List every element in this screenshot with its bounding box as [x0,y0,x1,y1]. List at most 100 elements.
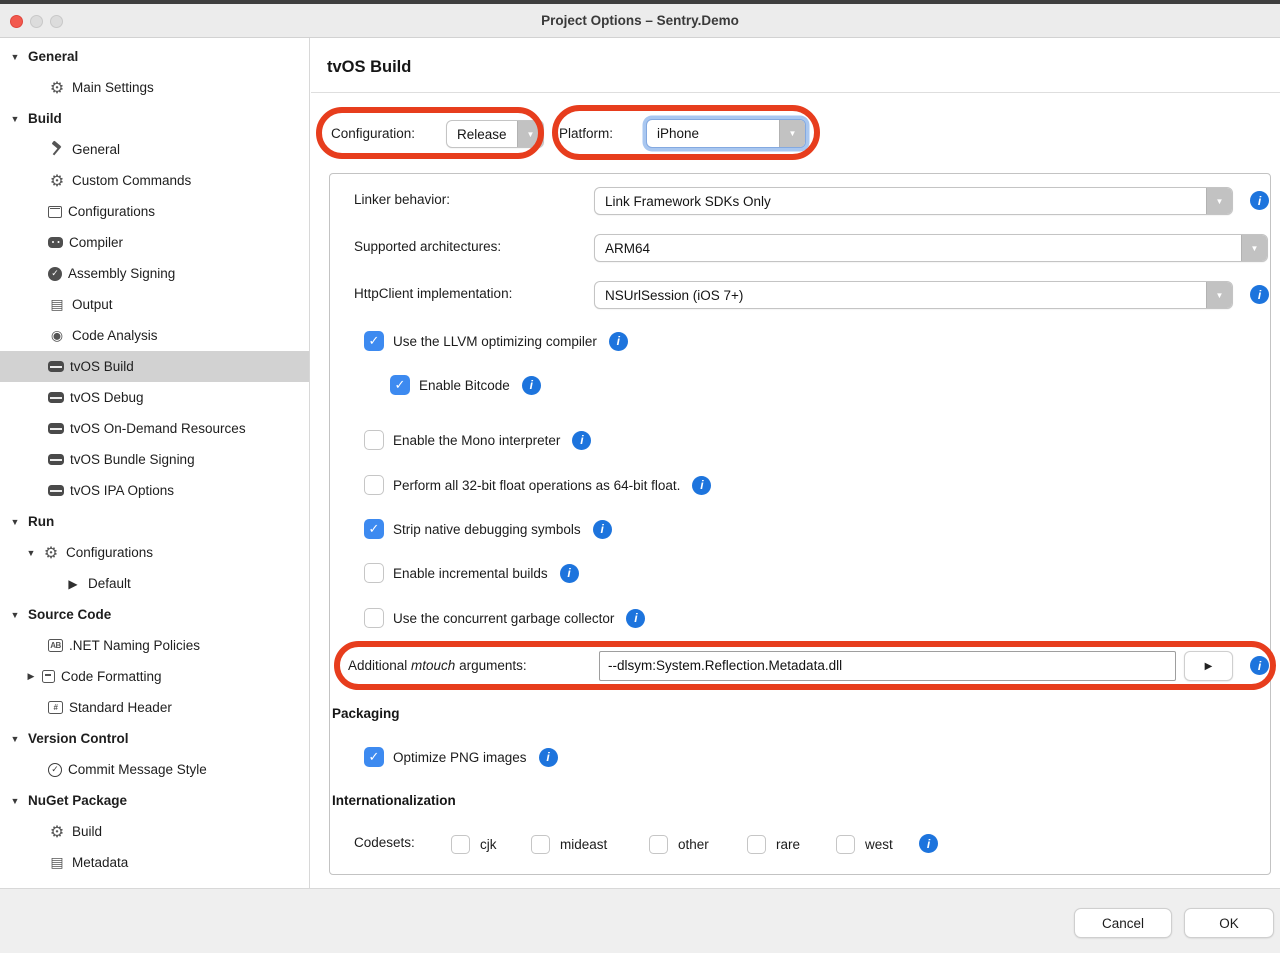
sidebar-item-default[interactable]: ▶Default [0,568,309,599]
sidebar-item-custom-commands[interactable]: ⚙Custom Commands [0,165,309,196]
document-icon: ▤ [48,855,66,871]
chevron-down-icon[interactable]: ▼ [1206,282,1232,308]
sidebar-item-build[interactable]: ⚙Build [0,816,309,847]
sidebar-item-main-settings[interactable]: ⚙Main Settings [0,72,309,103]
sidebar-item-tvos-bundle-signing[interactable]: tvOS Bundle Signing [0,444,309,475]
ok-button[interactable]: OK [1184,908,1274,938]
sidebar-item-general[interactable]: General [0,134,309,165]
checkbox[interactable] [364,608,384,628]
sidebar-item-label: Assembly Signing [68,266,175,281]
sidebar-item-label: Compiler [69,235,123,250]
checkbox[interactable]: ✓ [364,747,384,767]
sidebar-item-output[interactable]: ▤Output [0,289,309,320]
sidebar-item-assembly-signing[interactable]: ✓Assembly Signing [0,258,309,289]
dialog-footer: Cancel OK [0,888,1280,953]
platform-dropdown[interactable]: iPhone ▼ [646,119,806,148]
checkbox[interactable] [649,835,668,854]
disclosure-down-icon[interactable]: ▼ [8,114,22,124]
checkbox[interactable]: ✓ [364,519,384,539]
checkbox[interactable] [364,563,384,583]
option-row-supported-architectures: Supported architectures:ARM64▼ [330,234,1270,262]
info-icon[interactable]: i [626,609,645,628]
sidebar-item-run[interactable]: ▼Run [0,506,309,537]
checkbox-label: Enable incremental builds [393,566,548,581]
checkbox-label: mideast [560,837,607,852]
checkbox[interactable]: ✓ [364,331,384,351]
sidebar-item-label: Build [28,111,62,126]
chevron-down-icon[interactable]: ▼ [517,121,543,147]
checkbox[interactable]: ✓ [390,375,410,395]
sidebar-item-build[interactable]: ▼ Build [0,103,309,134]
checkbox[interactable] [364,430,384,450]
info-icon[interactable]: i [593,520,612,539]
sidebar-item-code-analysis[interactable]: ◉Code Analysis [0,320,309,351]
info-icon[interactable]: i [522,376,541,395]
sidebar-item-net-naming-policies[interactable]: AB.NET Naming Policies [0,630,309,661]
expand-arguments-button[interactable]: ▶ [1184,651,1233,681]
sidebar-item-tvos-build[interactable]: tvOS Build [0,351,309,382]
sidebar-item-configurations[interactable]: Configurations [0,196,309,227]
sidebar-item-label: Build [72,824,102,839]
checkbox-row-enable-bitcode: ✓Enable Bitcodei [390,374,541,396]
codeset-other: other [649,833,709,855]
info-icon[interactable]: i [1250,656,1269,675]
checkbox[interactable] [747,835,766,854]
codeset-mideast: mideast [531,833,607,855]
project-options-dialog: Project Options – Sentry.Demo ▼General⚙M… [0,0,1280,953]
info-icon[interactable]: i [539,748,558,767]
sidebar-item-tvos-ipa-options[interactable]: tvOS IPA Options [0,475,309,506]
sidebar-item-label: Source Code [28,607,111,622]
supported-architectures-dropdown[interactable]: ARM64▼ [594,234,1268,262]
disclosure-down-icon[interactable]: ▼ [8,52,22,62]
chevron-down-icon[interactable]: ▼ [1241,235,1267,261]
sidebar-item-version-control[interactable]: ▼Version Control [0,723,309,754]
sidebar-item-general[interactable]: ▼ General [0,41,309,72]
mtouch-arguments-label: Additional mtouch arguments: [348,658,527,673]
checkbox-label: Use the LLVM optimizing compiler [393,334,597,349]
hash-icon: # [48,701,63,714]
disclosure-down-icon[interactable]: ▼ [8,610,22,620]
checkbox[interactable] [836,835,855,854]
checkbox[interactable] [531,835,550,854]
sidebar-item-label: Code Analysis [72,328,158,343]
info-icon[interactable]: i [919,834,938,853]
sidebar-item-tvos-debug[interactable]: tvOS Debug [0,382,309,413]
mtouch-arguments-input[interactable]: --dlsym:System.Reflection.Metadata.dll [599,651,1176,681]
sidebar-item-label: General [28,49,78,64]
sidebar-item-configurations[interactable]: ▼⚙Configurations [0,537,309,568]
disclosure-down-icon[interactable]: ▼ [8,517,22,527]
sidebar-item-nuget-package[interactable]: ▼NuGet Package [0,785,309,816]
configuration-dropdown[interactable]: Release ▼ [446,120,544,148]
cancel-button[interactable]: Cancel [1074,908,1172,938]
gear-icon: ⚙ [42,545,60,561]
chevron-down-icon[interactable]: ▼ [1206,188,1232,214]
sidebar-item-compiler[interactable]: Compiler [0,227,309,258]
sidebar-item-tvos-on-demand-resources[interactable]: tvOS On-Demand Resources [0,413,309,444]
httpclient-implementation-dropdown[interactable]: NSUrlSession (iOS 7+)▼ [594,281,1233,309]
chevron-down-icon[interactable]: ▼ [779,120,805,147]
info-icon[interactable]: i [1250,191,1269,210]
sidebar-item-source-code[interactable]: ▼ Source Code [0,599,309,630]
info-icon[interactable]: i [1250,285,1269,304]
info-icon[interactable]: i [692,476,711,495]
sidebar-item-commit-message-style[interactable]: ✓Commit Message Style [0,754,309,785]
tv-icon [48,361,64,372]
sidebar-item-metadata[interactable]: ▤Metadata [0,847,309,878]
sidebar-item-standard-header[interactable]: #Standard Header [0,692,309,723]
checkbox-row-optimize-png-images: ✓Optimize PNG imagesi [364,746,558,768]
disclosure-down-icon[interactable]: ▼ [8,734,22,744]
info-icon[interactable]: i [609,332,628,351]
info-icon[interactable]: i [572,431,591,450]
disclosure-down-icon[interactable]: ▼ [24,548,38,558]
linker-behavior-dropdown[interactable]: Link Framework SDKs Only▼ [594,187,1233,215]
sidebar-item-code-formatting[interactable]: ▶Code Formatting [0,661,309,692]
checkbox[interactable] [451,835,470,854]
configuration-value: Release [447,127,517,142]
options-sidebar-tree: ▼General⚙Main Settings▼BuildGeneral⚙Cust… [0,38,310,888]
checkbox-label: cjk [480,837,497,852]
info-icon[interactable]: i [560,564,579,583]
disclosure-down-icon[interactable]: ▼ [8,796,22,806]
tv-icon [48,485,64,496]
disclosure-right-icon[interactable]: ▶ [24,671,38,682]
checkbox[interactable] [364,475,384,495]
